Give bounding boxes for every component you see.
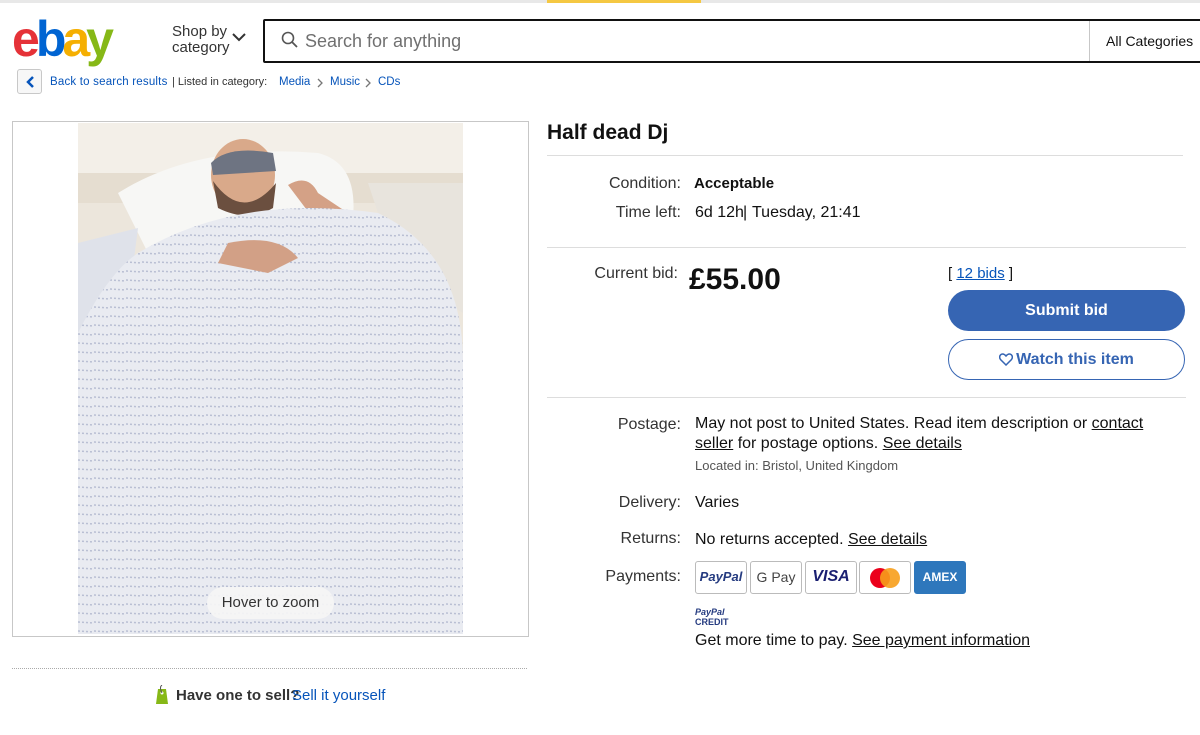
listing-photo[interactable]: [78, 123, 463, 634]
returns-label: Returns:: [620, 530, 681, 547]
paypal-logo: PayPal: [695, 561, 747, 594]
all-categories-select[interactable]: All Categories: [1106, 33, 1193, 49]
payments-label: Payments:: [605, 568, 681, 585]
search-input[interactable]: [305, 22, 1065, 60]
chevron-right-icon: [365, 78, 371, 88]
breadcrumb-cds[interactable]: CDs: [378, 76, 400, 88]
condition-label: Condition:: [608, 175, 681, 192]
divider: [547, 155, 1183, 156]
watch-item-label: Watch this item: [1016, 351, 1134, 368]
breadcrumb-music[interactable]: Music: [330, 76, 360, 88]
top-accent: [547, 0, 701, 3]
postage-see-details-link[interactable]: See details: [883, 435, 962, 452]
watch-item-button[interactable]: Watch this item: [948, 339, 1185, 380]
category-divider: [1089, 21, 1090, 61]
gpay-label: G Pay: [756, 569, 796, 585]
pp-credit-line1: PayPal: [695, 607, 725, 617]
chevron-right-icon: [317, 78, 323, 88]
breadcrumb-media[interactable]: Media: [279, 76, 310, 88]
chevron-down-icon[interactable]: [231, 32, 247, 42]
heart-icon: [999, 353, 1014, 367]
current-bid-price: £55.00: [689, 263, 781, 296]
amex-logo: AMEX: [914, 561, 966, 594]
time-left-value: 6d 12h: [695, 204, 744, 221]
bids-bracket-open: [: [948, 265, 953, 282]
back-button[interactable]: [17, 69, 42, 94]
bids-count: [ 12 bids ]: [948, 265, 1013, 282]
mastercard-logo: [859, 561, 911, 594]
shop-by-line2: category: [172, 39, 230, 56]
postage-label: Postage:: [617, 416, 681, 433]
mastercard-icon: [870, 568, 900, 588]
listed-in-label: | Listed in category:: [172, 76, 268, 88]
ebay-logo[interactable]: ebay: [12, 12, 134, 68]
returns-see-details-link[interactable]: See details: [848, 531, 927, 548]
pp-credit-line2: CREDIT: [695, 617, 729, 627]
auction-end-time: Tuesday, 21:41: [752, 204, 861, 221]
delivery-value: Varies: [695, 494, 740, 511]
divider: [12, 668, 527, 669]
svg-text:ebay: ebay: [12, 12, 114, 67]
hover-to-zoom-label: Hover to zoom: [207, 587, 334, 619]
current-bid-label: Current bid:: [594, 265, 678, 282]
logo-letter-b: b: [36, 12, 65, 67]
search-icon: [281, 31, 298, 48]
visa-logo: VISA: [805, 561, 857, 594]
postage-text: May not post to United States. Read item…: [695, 414, 1165, 454]
google-pay-logo: G Pay: [750, 561, 802, 594]
returns-value: No returns accepted. See details: [695, 531, 927, 549]
have-one-to-sell-text: Have one to sell?: [176, 687, 300, 704]
divider: [547, 247, 1186, 248]
shop-by-line1: Shop by: [172, 23, 228, 40]
paypal-label: PayPal: [699, 569, 743, 584]
back-to-search-link[interactable]: Back to search results: [50, 76, 168, 88]
more-time-to-pay: Get more time to pay. See payment inform…: [695, 632, 1030, 650]
item-title: Half dead Dj: [547, 121, 669, 144]
logo-letter-y: y: [86, 12, 114, 67]
top-progress-line: [0, 0, 1200, 3]
price-tag-icon: [156, 685, 168, 704]
postage-text-1: May not post to United States. Read item…: [695, 415, 1088, 432]
postage-text-2: for postage options.: [737, 435, 879, 452]
delivery-label: Delivery:: [618, 494, 681, 511]
time-left-label: Time left:: [615, 204, 681, 221]
see-payment-info-link[interactable]: See payment information: [852, 632, 1030, 649]
more-time-text: Get more time to pay.: [695, 632, 848, 649]
bids-link[interactable]: 12 bids: [956, 265, 1004, 282]
divider: [547, 397, 1186, 398]
bids-bracket-close: ]: [1008, 265, 1014, 282]
amex-label: AMEX: [922, 570, 958, 584]
submit-bid-button[interactable]: Submit bid: [948, 290, 1185, 331]
time-left-separator: |: [743, 204, 748, 221]
item-location: Located in: Bristol, United Kingdom: [695, 458, 899, 473]
condition-value: Acceptable: [694, 175, 775, 192]
returns-text: No returns accepted.: [695, 531, 844, 548]
shop-by-category-button[interactable]: Shop by category: [172, 24, 230, 56]
paypal-credit-logo: PayPal CREDIT: [695, 607, 729, 628]
sell-it-yourself-link[interactable]: Sell it yourself: [292, 687, 385, 704]
visa-label: VISA: [812, 568, 850, 585]
chevron-left-icon: [26, 76, 34, 88]
